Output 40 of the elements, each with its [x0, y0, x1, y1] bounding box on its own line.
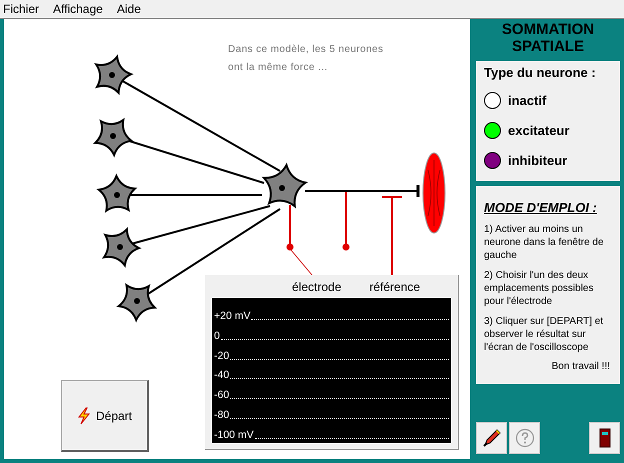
leader-line: [290, 250, 312, 276]
scale-label: -100 mV: [214, 428, 254, 441]
legend-label: excitateur: [508, 123, 570, 138]
neuron-drawing[interactable]: [95, 56, 132, 94]
electrode-probe[interactable]: [286, 205, 294, 250]
instruction-step: 1) Activer au moins un neurone dans la fenêtre de gauche: [484, 223, 614, 262]
eraser-button[interactable]: [476, 422, 507, 454]
neuron-drawing[interactable]: [118, 284, 156, 321]
door-icon: [598, 428, 610, 448]
legend-title: Type du neurone :: [484, 65, 597, 80]
scale-label: 0: [214, 330, 220, 342]
legend-label: inhibiteur: [508, 152, 568, 168]
scale-label: -80: [214, 409, 230, 422]
pencil-icon: [482, 428, 502, 448]
neuron-drawing: [263, 164, 307, 208]
neuron-drawing[interactable]: [98, 175, 136, 212]
reference-label: référence: [369, 280, 420, 294]
note-text: ont la même force ...: [228, 61, 329, 75]
help-icon: [514, 428, 534, 448]
scale-label: +20 mV: [214, 310, 250, 322]
instruction-step: 3) Cliquer sur [DEPART] et observer le résultat sur l'écran de l'oscilloscope: [484, 315, 614, 354]
electrode-label: électrode: [292, 280, 342, 294]
exit-button[interactable]: [589, 422, 620, 454]
instructions-title: MODE D'EMPLOI :: [484, 200, 598, 215]
menu-item[interactable]: Affichage: [53, 2, 103, 16]
app-title: SOMMATION SPATIALE: [500, 20, 596, 57]
menu-item[interactable]: Aide: [116, 2, 141, 16]
start-button[interactable]: Départ: [61, 380, 149, 452]
neuron-drawing[interactable]: [103, 228, 140, 266]
scale-label: -20: [214, 350, 230, 362]
neuron-drawing[interactable]: [94, 119, 132, 156]
lightning-icon: [76, 406, 91, 424]
scale-label: -40: [214, 369, 230, 382]
menu-item[interactable]: Fichier: [3, 2, 40, 16]
scale-label: -60: [214, 389, 230, 402]
note-text: Dans ce modèle, les 5 neurones: [228, 43, 384, 57]
instruction-step: 2) Choisir l'un des deux emplacements possibles pour l'électrode: [484, 269, 614, 308]
closing-text: Bon travail !!!: [550, 361, 611, 372]
legend-label: inactif: [508, 93, 546, 108]
electrode-probe[interactable]: [342, 192, 350, 250]
